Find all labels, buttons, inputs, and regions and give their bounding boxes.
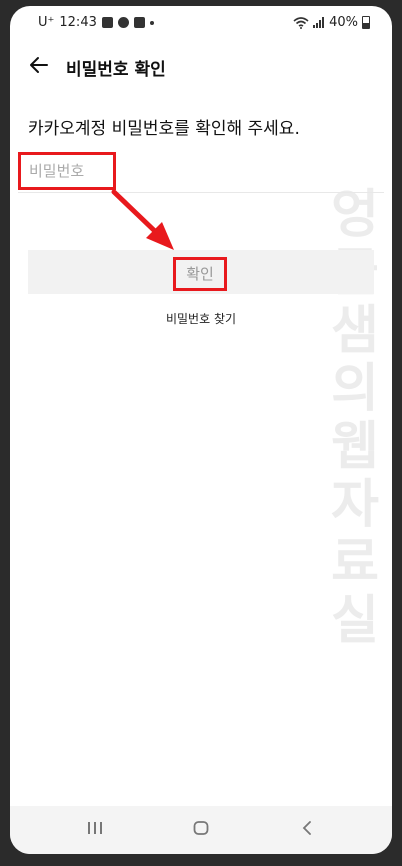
confirm-button[interactable]: 확인 [173,257,227,291]
find-password-link[interactable]: 비밀번호 찾기 [10,310,392,327]
wifi-icon [293,16,309,29]
device-frame: U⁺ 12:43 40% 비밀번호 확인 카카오계정 비밀번호를 확인해 주세요… [0,0,402,866]
battery-icon [362,16,370,29]
gallery-notification-icon [101,17,113,28]
password-input[interactable] [18,152,116,190]
download-notification-icon [133,17,145,28]
screen: U⁺ 12:43 40% 비밀번호 확인 카카오계정 비밀번호를 확인해 주세요… [10,6,392,854]
battery-percent: 40% [329,15,358,30]
status-bar: U⁺ 12:43 40% [10,6,392,40]
home-icon [193,821,209,835]
carrier-label: U⁺ [38,15,55,30]
chat-notification-icon [117,17,129,28]
back-chevron-icon [302,821,311,835]
prompt-text: 카카오계정 비밀번호를 확인해 주세요. [28,119,300,139]
back-button[interactable] [26,54,52,80]
more-notifications-icon [149,20,154,25]
recents-button[interactable] [80,818,110,842]
arrow-left-icon [30,57,48,73]
recents-icon [88,822,102,834]
status-left: U⁺ 12:43 [38,15,154,30]
clock: 12:43 [59,15,97,30]
system-nav-bar [10,806,392,854]
nav-back-button[interactable] [292,818,322,842]
home-button[interactable] [186,818,216,842]
signal-icon [313,17,325,28]
page-title: 비밀번호 확인 [66,60,166,80]
status-right: 40% [293,15,370,30]
app-header: 비밀번호 확인 [10,40,392,94]
password-field-wrapper [18,152,384,193]
